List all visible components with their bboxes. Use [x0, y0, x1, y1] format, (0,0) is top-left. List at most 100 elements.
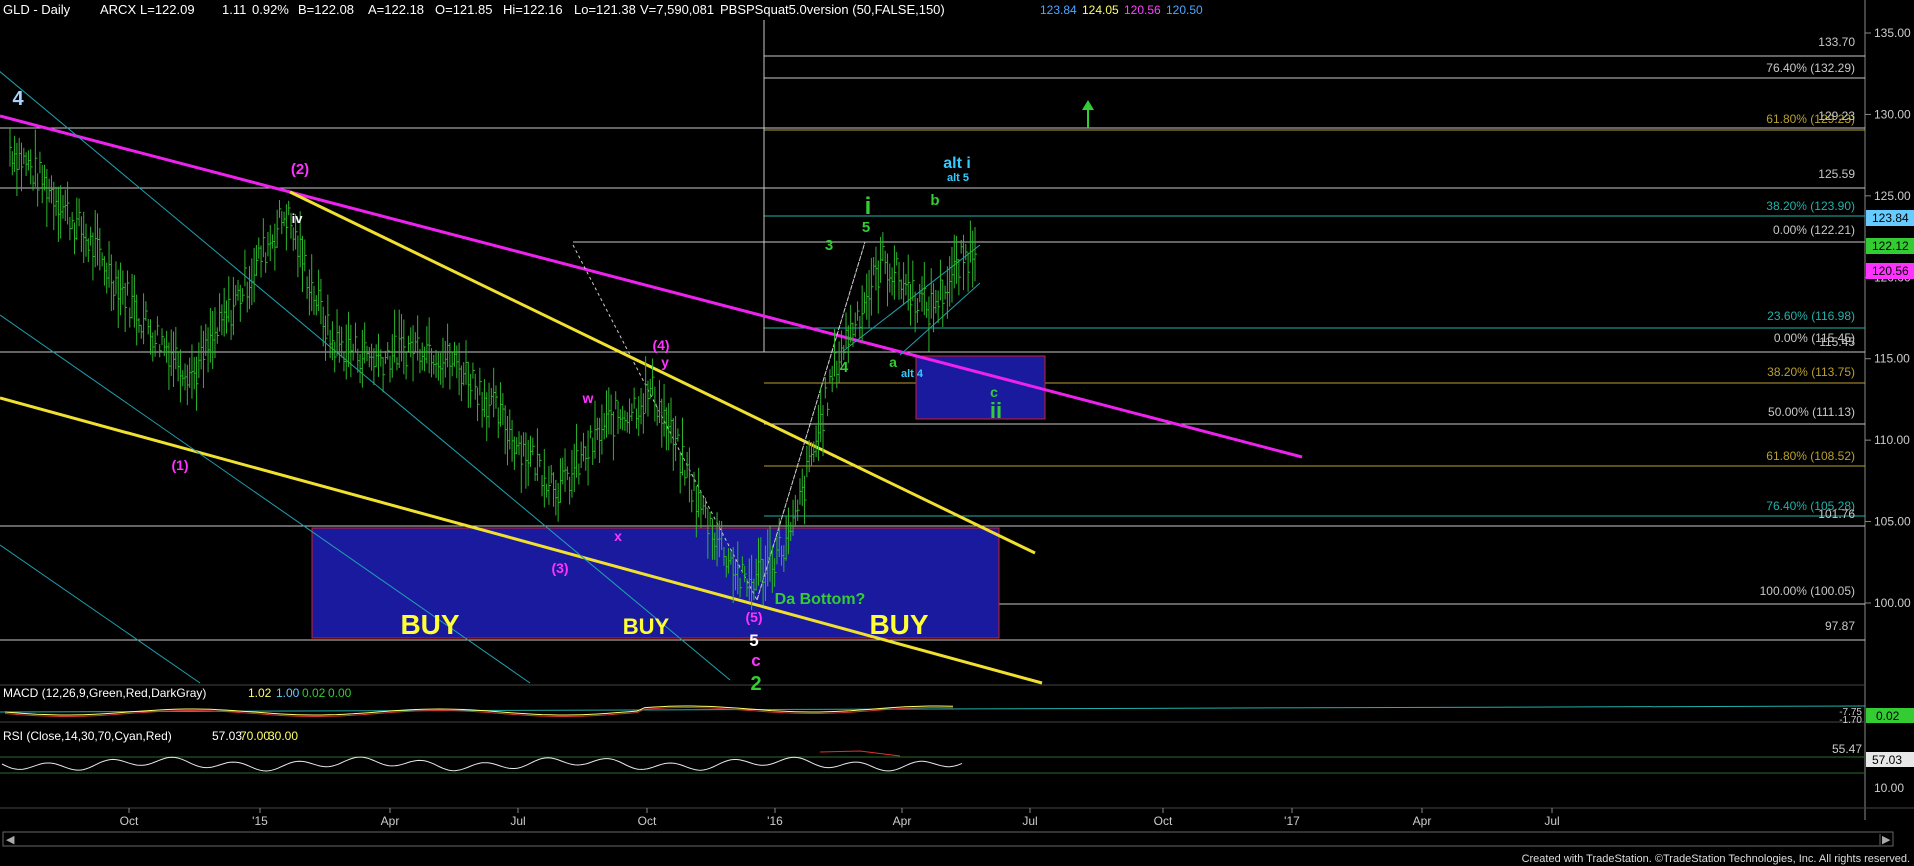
low-value: Lo=121.38: [574, 2, 636, 17]
price-chart: GLD - Daily ARCX L=122.09 1.11 0.92% B=1…: [0, 0, 1914, 866]
rsi-title: RSI (Close,14,30,70,Cyan,Red): [3, 729, 172, 743]
wave-label: (3): [551, 560, 568, 576]
wave-label: b: [930, 192, 939, 209]
fib-label: 115.45: [1819, 335, 1855, 349]
wave-label: Da Bottom?: [775, 591, 866, 608]
wave-label: 2: [750, 673, 761, 695]
chart-header: GLD - Daily ARCX L=122.09 1.11 0.92% B=1…: [3, 2, 945, 17]
rsi-tag-label: 57.03: [1872, 753, 1902, 767]
rsi-tick: 10.00: [1874, 781, 1904, 795]
symbol-label: GLD - Daily: [3, 2, 71, 17]
time-tick-label: Jul: [510, 814, 525, 828]
exchange-label: ARCX: [100, 2, 136, 17]
fib-label: 23.60% (116.98): [1767, 309, 1855, 323]
price-tag-label: 123.84: [1872, 211, 1909, 225]
wave-label: alt i: [943, 155, 971, 172]
fib-label: 101.76: [1818, 507, 1855, 521]
macd-value: 0.00: [328, 686, 352, 700]
wave-label: (5): [745, 609, 762, 625]
wave-label: BUY: [400, 609, 459, 640]
wave-label: 5: [862, 219, 870, 236]
wave-label: 4: [840, 359, 849, 376]
price-tag-label: 120.56: [1872, 264, 1909, 278]
scroll-right-icon[interactable]: ▶: [1882, 834, 1891, 846]
price-tick-label: 125.00: [1874, 189, 1911, 203]
wave-label: y: [661, 354, 669, 370]
time-tick-label: Jul: [1022, 814, 1037, 828]
last-price: L=122.09: [140, 2, 195, 17]
fib-label: 133.70: [1818, 35, 1855, 49]
fib-label: 50.00% (111.13): [1768, 405, 1855, 419]
wave-label: x: [614, 528, 622, 544]
time-tick-label: Apr: [893, 814, 912, 828]
price-tick-label: 115.00: [1874, 352, 1910, 366]
time-tick-label: '15: [252, 814, 268, 828]
macd-scale: -1.70: [1839, 715, 1862, 726]
fib-label: 125.59: [1818, 167, 1855, 181]
wave-label: 4: [12, 88, 24, 110]
macd-value: 1.00: [276, 686, 300, 700]
wave-label: (1): [171, 457, 188, 473]
indicator-label: PBSPSquat5.0version (50,FALSE,150): [720, 2, 945, 17]
macd-value: 1.02: [248, 686, 272, 700]
time-tick-label: Oct: [638, 814, 657, 828]
indicator-value: 120.50: [1166, 3, 1203, 17]
price-tag-label: 122.12: [1872, 239, 1909, 253]
change-pct: 0.92%: [252, 2, 289, 17]
fib-label: 38.20% (113.75): [1767, 365, 1855, 379]
wave-label: alt 4: [901, 368, 924, 380]
price-tick-label: 130.00: [1874, 107, 1911, 121]
time-scrollbar[interactable]: [2, 831, 1894, 847]
scroll-left-icon[interactable]: ◀: [6, 834, 15, 846]
time-tick-label: Apr: [1413, 814, 1432, 828]
time-tick-label: Apr: [381, 814, 400, 828]
rsi-value: 30.00: [268, 729, 298, 743]
macd-value: 0.02: [302, 686, 326, 700]
wave-label: BUY: [869, 609, 928, 640]
fib-label: 0.00% (122.21): [1773, 223, 1855, 237]
wave-label: a: [889, 354, 897, 370]
macd-tag-label: 0.02: [1876, 709, 1900, 723]
price-tick-label: 100.00: [1874, 596, 1911, 610]
fib-label: 97.87: [1825, 619, 1855, 633]
time-tick-label: Oct: [120, 814, 139, 828]
open-value: O=121.85: [435, 2, 492, 17]
wave-label: iv: [292, 211, 304, 226]
ask-value: A=122.18: [368, 2, 424, 17]
wave-label: 3: [825, 237, 833, 254]
change-value: 1.11: [222, 2, 246, 17]
macd-title: MACD (12,26,9,Green,Red,DarkGray): [3, 686, 206, 700]
fib-label: 100.00% (100.05): [1760, 584, 1855, 598]
bid-value: B=122.08: [298, 2, 354, 17]
wave-label: (2): [291, 161, 309, 178]
indicator-value: 123.84: [1040, 3, 1077, 17]
fib-label: 38.20% (123.90): [1766, 199, 1855, 213]
footer-credit: Created with TradeStation. ©TradeStation…: [1522, 853, 1910, 865]
price-tick-label: 105.00: [1874, 515, 1911, 529]
indicator-value: 124.05: [1082, 3, 1119, 17]
wave-label: i: [865, 193, 872, 220]
wave-label: alt 5: [947, 172, 969, 184]
time-tick-label: '17: [1284, 814, 1300, 828]
price-tick-label: 135.00: [1874, 26, 1911, 40]
high-value: Hi=122.16: [503, 2, 563, 17]
fib-label: 129.23: [1818, 109, 1855, 123]
price-tick-label: 110.00: [1874, 433, 1910, 447]
time-tick-label: Oct: [1154, 814, 1173, 828]
wave-label: ii: [990, 398, 1002, 423]
fib-label: 76.40% (132.29): [1766, 61, 1855, 75]
wave-ii-target-box: [915, 355, 1046, 420]
rsi-tick: 55.47: [1832, 742, 1862, 756]
wave-label: BUY: [623, 614, 670, 639]
rsi-value: 57.03: [212, 729, 242, 743]
wave-label: c: [751, 651, 760, 670]
time-tick-label: Jul: [1544, 814, 1559, 828]
wave-label: w: [582, 390, 594, 406]
time-tick-label: '16: [767, 814, 783, 828]
wave-label: (4): [652, 337, 669, 353]
rsi-value: 70.00: [240, 729, 270, 743]
volume-value: V=7,590,081: [640, 2, 714, 17]
indicator-value: 120.56: [1124, 3, 1161, 17]
fib-label: 61.80% (108.52): [1766, 449, 1855, 463]
wave-label: 5: [749, 631, 758, 650]
